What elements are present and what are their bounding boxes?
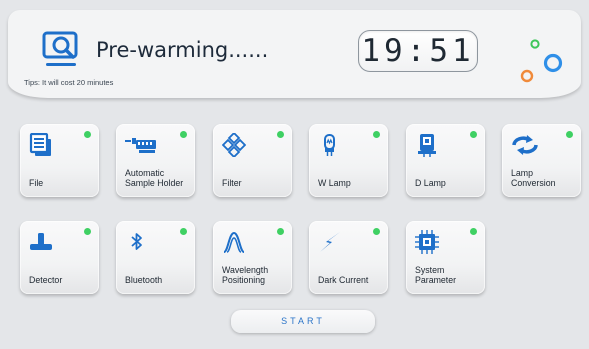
status-dot [180, 131, 187, 138]
status-dot [470, 131, 477, 138]
tile-system-parameter[interactable]: System Parameter [406, 221, 485, 294]
bluetooth-icon [131, 233, 142, 250]
status-text: Pre-warming...... [96, 38, 269, 62]
status-header: Pre-warming...... Tips: It will cost 20 … [8, 10, 581, 98]
tile-filter[interactable]: Filter [213, 124, 292, 197]
tile-w-lamp[interactable]: W Lamp [309, 124, 388, 197]
lamp-conversion-icon [512, 135, 538, 155]
decorative-circles-icon [520, 39, 563, 83]
tile-label: File [29, 178, 44, 188]
status-dot [566, 131, 573, 138]
start-button[interactable]: START [231, 310, 375, 333]
filter-diamond-icon [222, 133, 246, 157]
tile-label: Bluetooth [125, 275, 163, 285]
status-dot [277, 131, 284, 138]
tile-wavelength-positioning[interactable]: Wavelength Positioning [213, 221, 292, 294]
monitor-search-icon [42, 31, 78, 66]
lightning-icon [320, 232, 340, 252]
sample-holder-icon [125, 138, 156, 153]
tile-label: Detector [29, 275, 63, 285]
w-lamp-icon [324, 134, 335, 156]
status-dot [373, 228, 380, 235]
clock-display: 19:51 [358, 30, 478, 72]
chip-icon [415, 230, 439, 254]
detector-icon [30, 233, 52, 250]
tile-label: D Lamp [415, 178, 446, 188]
status-dot [373, 131, 380, 138]
tile-label: Automatic Sample Holder [125, 168, 184, 188]
status-dot [84, 131, 91, 138]
wavelength-peak-icon [223, 231, 245, 253]
d-lamp-icon [418, 134, 436, 157]
tile-label: Wavelength Positioning [222, 265, 269, 285]
tile-d-lamp[interactable]: D Lamp [406, 124, 485, 197]
tile-automatic-sample-holder[interactable]: Automatic Sample Holder [116, 124, 195, 197]
tip-text: Tips: It will cost 20 minutes [24, 78, 114, 87]
tile-label: System Parameter [415, 265, 457, 285]
tile-label: Lamp Conversion [511, 168, 556, 188]
tile-label: Filter [222, 178, 242, 188]
tile-dark-current[interactable]: Dark Current [309, 221, 388, 294]
tile-file[interactable]: File [20, 124, 99, 197]
tile-label: Dark Current [318, 275, 369, 285]
tile-lamp-conversion[interactable]: Lamp Conversion [502, 124, 581, 197]
status-dot [180, 228, 187, 235]
tile-label: W Lamp [318, 178, 351, 188]
tile-bluetooth[interactable]: Bluetooth [116, 221, 195, 294]
file-stack-icon [29, 133, 51, 156]
status-dot [84, 228, 91, 235]
status-dot [277, 228, 284, 235]
status-dot [470, 228, 477, 235]
tile-detector[interactable]: Detector [20, 221, 99, 294]
